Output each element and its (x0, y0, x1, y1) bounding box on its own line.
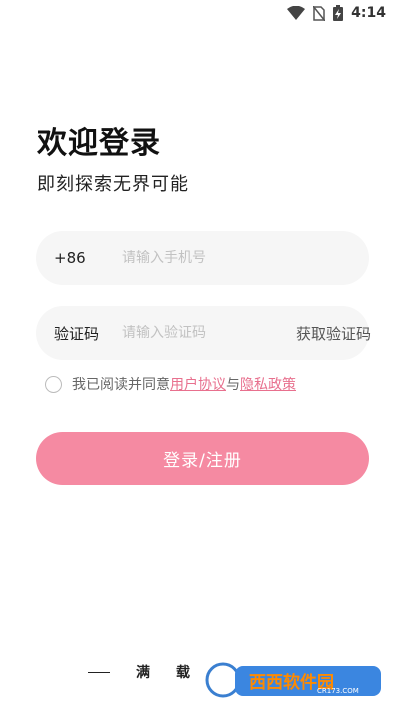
page-title: 欢迎登录 (37, 126, 161, 161)
code-input[interactable] (122, 325, 296, 341)
no-sim-icon (313, 5, 326, 21)
footer-char-1: 满 (136, 665, 150, 681)
footer-dash (88, 671, 110, 673)
page-subtitle: 即刻探索无界可能 (37, 174, 189, 195)
user-agreement-link[interactable]: 用户协议 (170, 374, 226, 394)
get-code-button[interactable]: 获取验证码 (296, 323, 371, 344)
agreement-row: 我已阅读并同意 用户协议 与 隐私政策 (45, 374, 296, 394)
battery-charging-icon (333, 5, 344, 21)
wifi-icon (287, 6, 306, 20)
phone-input[interactable] (122, 250, 351, 266)
login-screen: 4:14 欢迎登录 即刻探索无界可能 +86 验证码 获取验证码 我已阅读并同意… (0, 0, 400, 710)
agreement-text: 我已阅读并同意 (72, 377, 170, 393)
verification-code-field: 验证码 获取验证码 (36, 306, 371, 360)
footer-slogan: 满 载 (88, 662, 190, 682)
phone-field: +86 (36, 231, 369, 285)
code-label: 验证码 (54, 324, 100, 343)
status-bar: 4:14 (287, 0, 400, 26)
agreement-checkbox[interactable] (45, 375, 62, 393)
login-register-button[interactable]: 登录/注册 (36, 432, 369, 485)
watermark-domain: CR173.COM (317, 687, 359, 695)
status-time: 4:14 (351, 5, 386, 21)
footer-char-2: 载 (176, 665, 190, 681)
watermark-logo: 西西软件园 CR173.COM (205, 660, 385, 700)
agreement-joiner: 与 (226, 377, 240, 393)
privacy-policy-link[interactable]: 隐私政策 (240, 374, 296, 394)
country-code[interactable]: +86 (54, 249, 122, 267)
